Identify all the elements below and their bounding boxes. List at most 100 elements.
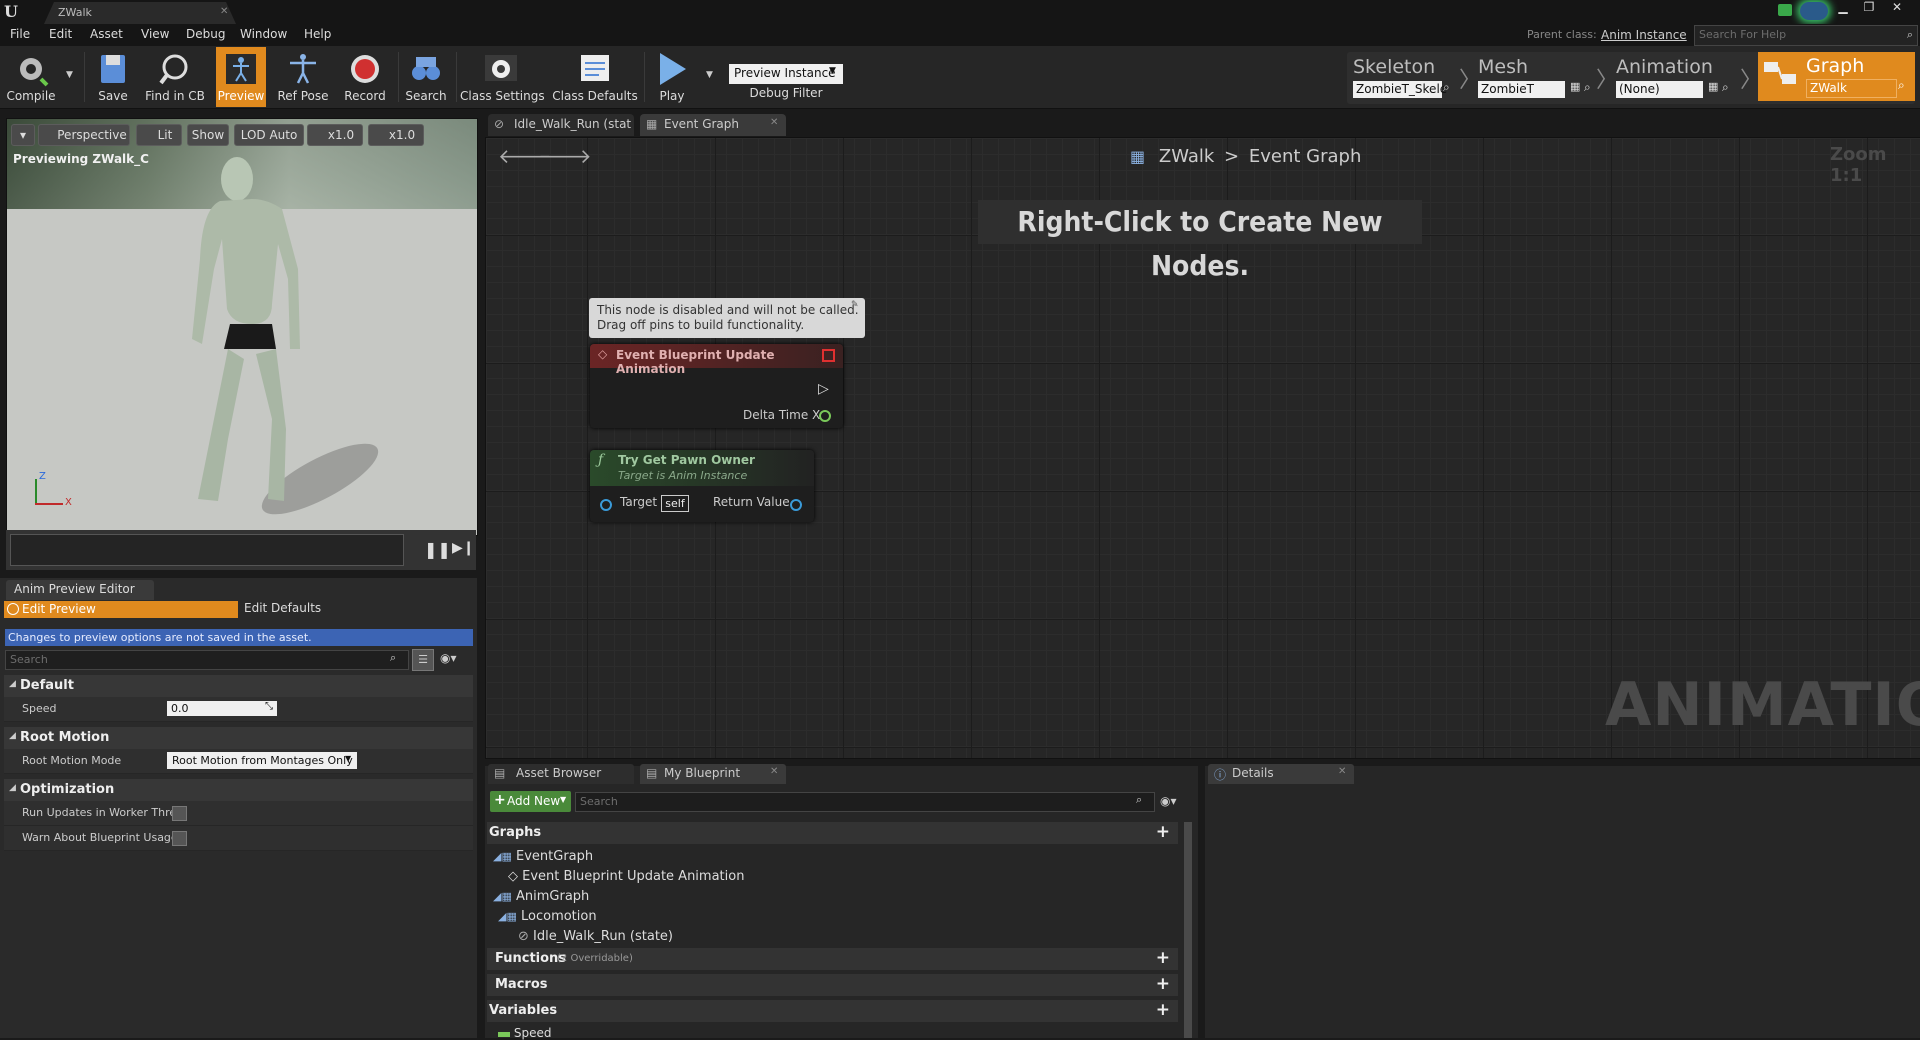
float-pin-icon[interactable]	[819, 410, 831, 422]
mode-graph[interactable]: Graph ZWalk ⌕	[1758, 52, 1915, 101]
category-root-motion[interactable]: ◢ Root Motion	[4, 727, 473, 749]
section-variables[interactable]: Variables +	[487, 1000, 1178, 1022]
grid-icon[interactable]: ▦	[1708, 80, 1718, 93]
mesh-field[interactable]: ZombieT	[1478, 81, 1565, 98]
close-tab-icon[interactable]: ✕	[770, 766, 778, 777]
warn-blueprint-checkbox[interactable]	[172, 831, 187, 846]
graph-field[interactable]: ZWalk	[1806, 79, 1897, 98]
tab-details[interactable]: ⓘ Details ✕	[1208, 764, 1354, 784]
minimize-icon[interactable]: ▁	[1830, 0, 1856, 16]
menu-asset[interactable]: Asset	[90, 27, 123, 41]
perspective-button[interactable]: Perspective	[38, 124, 130, 146]
find-in-cb-button[interactable]: Find in CB	[140, 47, 210, 107]
node-header[interactable]: ƒ Try Get Pawn Owner Target is Anim Inst…	[590, 450, 814, 486]
details-search-input[interactable]: Search ⌕	[5, 650, 409, 670]
source-control-icon[interactable]	[1778, 4, 1792, 16]
viewport-options-button[interactable]: ▾	[11, 124, 35, 146]
compile-button[interactable]: Compile	[2, 47, 60, 107]
tree-eventgraph[interactable]: ◢▦ EventGraph	[493, 849, 593, 864]
help-search-input[interactable]: Search For Help ⌕	[1694, 25, 1918, 46]
category-optimization[interactable]: ◢ Optimization	[4, 779, 473, 801]
pin-icon[interactable]: ✎	[851, 300, 859, 310]
tree-idle-walk-run[interactable]: ⊘ Idle_Walk_Run (state)	[518, 929, 673, 944]
lod-button[interactable]: LOD Auto	[234, 124, 304, 146]
tab-asset-browser[interactable]: ▤ Asset Browser	[488, 764, 634, 784]
step-forward-icon[interactable]: ▶❙	[452, 540, 475, 556]
object-pin-icon[interactable]	[600, 499, 612, 511]
forward-arrow-icon[interactable]: 🡒	[538, 144, 592, 168]
close-tab-icon[interactable]: ✕	[1338, 766, 1346, 777]
menu-window[interactable]: Window	[240, 27, 287, 41]
output-delegate-icon[interactable]	[822, 349, 835, 362]
restore-icon[interactable]: ❐	[1856, 0, 1882, 16]
menu-edit[interactable]: Edit	[49, 27, 72, 41]
edit-defaults-tab[interactable]: Edit Defaults	[244, 601, 321, 615]
pause-icon[interactable]: ❚❚	[424, 540, 451, 559]
compile-options-chevron-icon[interactable]: ▼	[66, 70, 73, 80]
preview-instance-dropdown[interactable]: Preview Instance ▼	[729, 64, 843, 84]
section-macros[interactable]: Macros +	[487, 974, 1178, 996]
browse-icon[interactable]: ⌕	[1898, 78, 1905, 93]
mode-skeleton[interactable]: Skeleton ZombieT_Skele ⌕	[1351, 54, 1455, 100]
add-variable-icon[interactable]: +	[1156, 1000, 1170, 1020]
eye-visibility-icon[interactable]: ◉▾	[440, 651, 457, 665]
tab-my-blueprint[interactable]: ▤ My Blueprint ✕	[640, 764, 786, 784]
close-window-icon[interactable]: ✕	[1884, 0, 1910, 16]
add-function-icon[interactable]: +	[1156, 948, 1170, 968]
anim-preview-editor-tab[interactable]: Anim Preview Editor	[6, 580, 154, 600]
add-new-button[interactable]: + Add New ▼	[490, 791, 571, 812]
animation-field[interactable]: (None)	[1616, 81, 1703, 98]
section-functions[interactable]: Functions (2 Overridable) +	[487, 948, 1178, 970]
viewport[interactable]: Z X	[6, 118, 478, 536]
menu-debug[interactable]: Debug	[186, 27, 225, 41]
notification-icon[interactable]	[1800, 2, 1828, 20]
eye-visibility-icon[interactable]: ◉▾	[1160, 794, 1177, 808]
speed-button-1[interactable]: x1.0	[307, 124, 363, 146]
edit-preview-tab[interactable]: Edit Preview	[4, 601, 238, 618]
class-defaults-button[interactable]: Class Defaults	[552, 47, 638, 107]
breadcrumb-leaf[interactable]: Event Graph	[1249, 146, 1362, 167]
mode-animation[interactable]: Animation (None) ▦ ⌕	[1614, 54, 1742, 100]
tab-idle-walk-run[interactable]: ⊘ Idle_Walk_Run (stat	[488, 114, 634, 136]
lit-button[interactable]: Lit	[136, 124, 182, 146]
root-motion-mode-dropdown[interactable]: Root Motion from Montages Only ▼	[167, 752, 357, 769]
list-view-icon[interactable]: ☰	[412, 649, 434, 671]
category-default[interactable]: ◢ Default	[4, 675, 473, 697]
my-blueprint-scrollbar[interactable]	[1184, 822, 1192, 1038]
exec-pin-icon[interactable]: ▷	[818, 381, 829, 397]
mode-mesh[interactable]: Mesh ZombieT ▦ ⌕	[1476, 54, 1596, 100]
node-header[interactable]: ◇ Event Blueprint Update Animation	[590, 344, 843, 376]
save-button[interactable]: Save	[90, 47, 136, 107]
browse-icon[interactable]: ⌕	[1584, 80, 1591, 95]
breadcrumb-root[interactable]: ZWalk	[1159, 146, 1214, 167]
add-macro-icon[interactable]: +	[1156, 974, 1170, 994]
my-blueprint-search-input[interactable]: Search ⌕	[575, 792, 1155, 812]
browse-icon[interactable]: ⌕	[1443, 80, 1450, 95]
skeleton-field[interactable]: ZombieT_Skele	[1353, 81, 1447, 98]
parent-class-link[interactable]: Anim Instance	[1601, 28, 1687, 42]
menu-view[interactable]: View	[141, 27, 169, 41]
show-button[interactable]: Show	[187, 124, 229, 146]
class-settings-button[interactable]: Class Settings	[460, 47, 545, 107]
preview-button[interactable]: Preview	[216, 47, 266, 107]
tree-event-update-animation[interactable]: ◇ Event Blueprint Update Animation	[508, 869, 744, 884]
object-pin-icon[interactable]	[790, 499, 802, 511]
close-tab-icon[interactable]: ✕	[770, 117, 778, 128]
record-button[interactable]: Record	[340, 47, 390, 107]
search-button[interactable]: Search	[402, 47, 450, 107]
run-updates-checkbox[interactable]	[172, 806, 187, 821]
browse-icon[interactable]: ⌕	[1722, 80, 1729, 95]
tab-event-graph[interactable]: ▦ Event Graph ✕	[640, 114, 786, 136]
timeline-scrubber[interactable]	[10, 534, 404, 566]
menu-help[interactable]: Help	[304, 27, 331, 41]
speed-button-2[interactable]: x1.0	[368, 124, 424, 146]
tree-locomotion[interactable]: ◢▦ Locomotion	[498, 909, 597, 924]
grid-icon[interactable]: ▦	[1570, 80, 1580, 93]
document-tab[interactable]: ZWalk ✕	[44, 2, 236, 24]
play-options-chevron-icon[interactable]: ▼	[706, 70, 713, 80]
unreal-logo-icon[interactable]: U	[4, 2, 26, 22]
speed-input[interactable]: 0.0 ⤡	[167, 701, 277, 716]
menu-file[interactable]: File	[10, 27, 30, 41]
section-graphs[interactable]: Graphs +	[487, 822, 1178, 844]
tree-animgraph[interactable]: ◢▦ AnimGraph	[493, 889, 589, 904]
